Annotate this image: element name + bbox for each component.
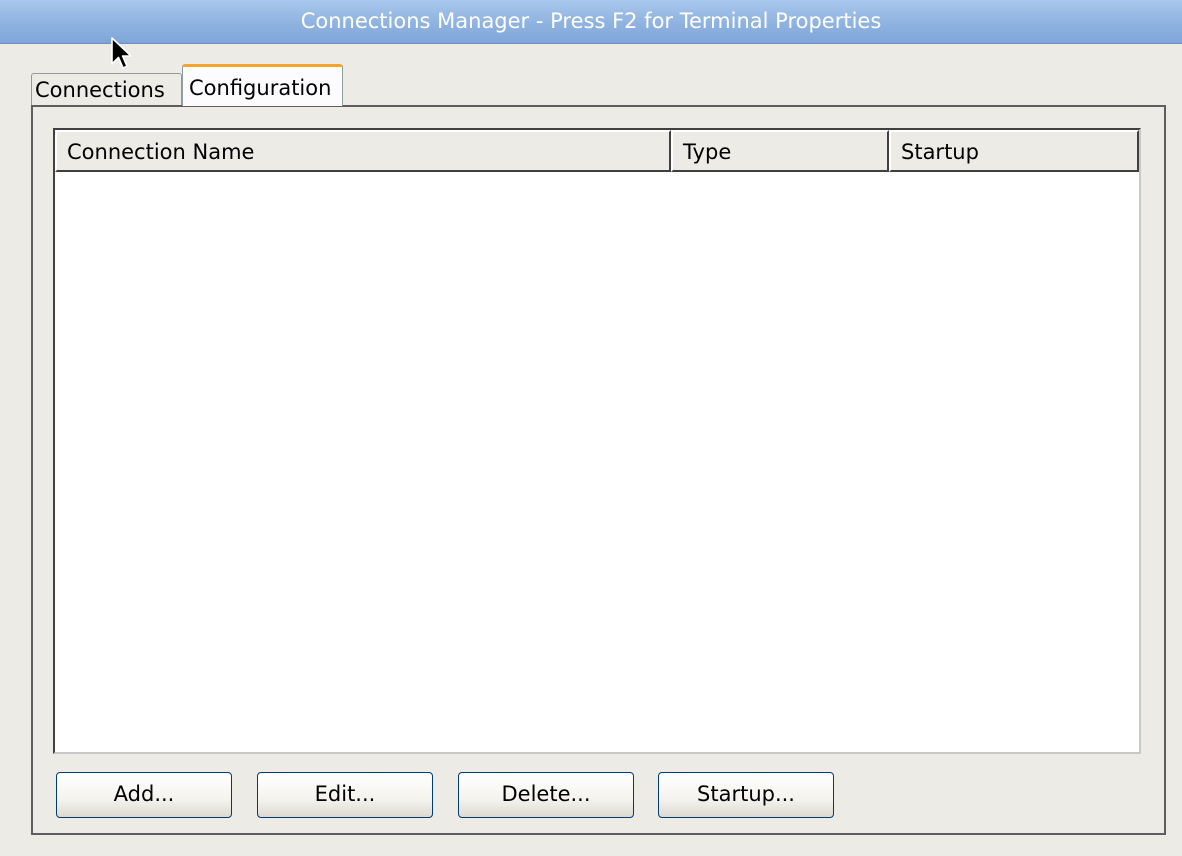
tab-configuration[interactable]: Configuration	[182, 64, 343, 106]
edit-button[interactable]: Edit...	[257, 772, 433, 818]
window-title: Connections Manager - Press F2 for Termi…	[300, 9, 882, 33]
column-header-connection-name[interactable]: Connection Name	[55, 130, 671, 172]
connections-list[interactable]: Connection Name Type Startup	[53, 128, 1141, 754]
column-header-startup[interactable]: Startup	[889, 130, 1139, 172]
startup-button[interactable]: Startup...	[658, 772, 834, 818]
configuration-panel: Connection Name Type Startup Add... Edit…	[31, 105, 1166, 835]
tab-connections[interactable]: Connections	[31, 73, 182, 105]
mouse-pointer-icon	[111, 37, 132, 69]
list-header: Connection Name Type Startup	[55, 130, 1139, 172]
add-button[interactable]: Add...	[56, 772, 232, 818]
connections-manager-window: Connections Manager - Press F2 for Termi…	[0, 0, 1182, 856]
delete-button[interactable]: Delete...	[458, 772, 634, 818]
column-header-type[interactable]: Type	[671, 130, 889, 172]
list-body[interactable]	[55, 172, 1139, 752]
title-bar[interactable]: Connections Manager - Press F2 for Termi…	[0, 0, 1182, 44]
